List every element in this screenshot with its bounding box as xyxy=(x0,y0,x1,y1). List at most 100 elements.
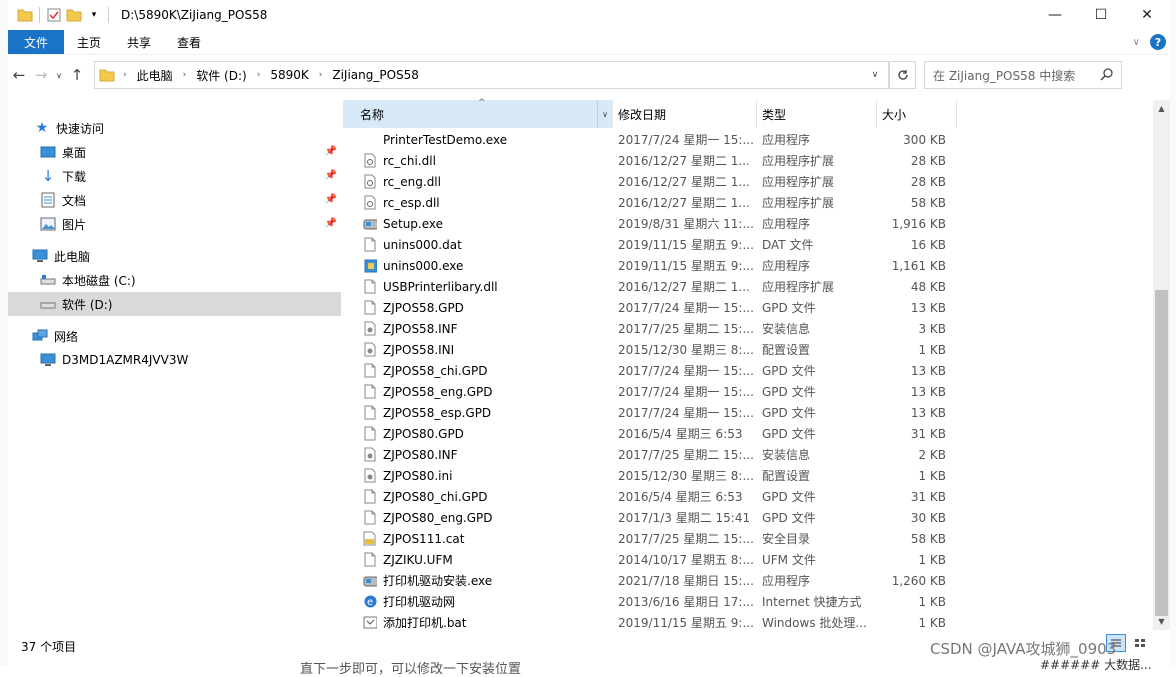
file-type: 配置设置 xyxy=(762,469,811,483)
file-type: 应用程序扩展 xyxy=(762,196,835,210)
nav-network-computer[interactable]: D3MD1AZMR4JVV3W xyxy=(8,348,341,372)
nav-drive-c[interactable]: 本地磁盘 (C:) xyxy=(8,268,341,292)
file-name-cell: unins000.dat xyxy=(343,237,613,253)
nav-network[interactable]: 网络 xyxy=(8,324,341,348)
file-date: 2016/12/27 星期二 1... xyxy=(618,196,750,210)
table-row[interactable]: ZJPOS58_eng.GPD 2017/7/24 星期一 15:... GPD 文… xyxy=(343,381,1153,402)
search-input[interactable]: 在 ZiJiang_POS58 中搜索 xyxy=(924,61,1122,89)
chevron-right-icon[interactable]: › xyxy=(319,70,323,80)
network-icon xyxy=(32,328,48,344)
file-icon xyxy=(363,552,377,568)
breadcrumb-drive-d[interactable]: 软件 (D:) xyxy=(196,67,246,84)
chevron-right-icon[interactable]: › xyxy=(257,70,261,80)
large-icons-view-icon[interactable] xyxy=(1130,634,1150,652)
table-row[interactable]: Setup.exe 2019/8/31 星期六 11:... 应用程序 1,916 K… xyxy=(343,213,1153,234)
expand-ribbon-icon[interactable]: ∨ xyxy=(1133,37,1140,48)
table-row[interactable]: rc_esp.dll 2016/12/27 星期二 1... 应用程序扩展 58 KB xyxy=(343,192,1153,213)
table-row[interactable]: unins000.dat 2019/11/15 星期五 9:... DAT 文件 16… xyxy=(343,234,1153,255)
table-row[interactable]: 添加打印机.bat 2019/11/15 星期五 9:... Windows 批处理… xyxy=(343,612,1153,633)
minimize-button[interactable]: — xyxy=(1032,0,1078,30)
table-row[interactable]: ZJPOS80_eng.GPD 2017/1/3 星期二 15:41 GPD 文件 3… xyxy=(343,507,1153,528)
file-size: 1 KB xyxy=(918,594,946,609)
vertical-scrollbar[interactable]: ▲ ▼ xyxy=(1153,100,1170,630)
column-header-size[interactable]: 大小 xyxy=(877,100,957,128)
table-row[interactable]: ZJPOS80_chi.GPD 2016/5/4 星期三 6:53 GPD 文件 31… xyxy=(343,486,1153,507)
nav-drive-d[interactable]: 软件 (D:) xyxy=(8,292,341,316)
table-row[interactable]: 打印机驱动安装.exe 2021/7/18 星期日 15:... 应用程序 1,260… xyxy=(343,570,1153,591)
table-row[interactable]: PrinterTestDemo.exe 2017/7/24 星期一 15:... 应… xyxy=(343,129,1153,150)
table-row[interactable]: ZJPOS58.INI 2015/12/30 星期三 8:... 配置设置 1 KB xyxy=(343,339,1153,360)
forward-arrow-icon[interactable]: → xyxy=(30,66,52,84)
nav-quick-access[interactable]: ★ 快速访问 xyxy=(8,116,341,140)
table-row[interactable]: ZJPOS80.ini 2015/12/30 星期三 8:... 配置设置 1 KB xyxy=(343,465,1153,486)
file-size: 1,916 KB xyxy=(891,216,946,231)
tab-home[interactable]: 主页 xyxy=(64,30,114,54)
table-row[interactable]: ZJPOS58.GPD 2017/7/24 星期一 15:... GPD 文件 13 … xyxy=(343,297,1153,318)
nav-desktop[interactable]: 桌面 📌 xyxy=(8,140,341,164)
nav-documents[interactable]: 文档 📌 xyxy=(8,188,341,212)
customize-dropdown-icon[interactable]: ▾ xyxy=(86,7,102,23)
scroll-thumb[interactable] xyxy=(1155,290,1168,616)
table-row[interactable]: ZJPOS58_chi.GPD 2017/7/24 星期一 15:... GPD 文… xyxy=(343,360,1153,381)
title-divider xyxy=(108,7,109,23)
file-name-cell: unins000.exe xyxy=(343,258,613,274)
table-row[interactable]: ZJPOS111.cat 2017/7/25 星期二 15:... 安全目录 58 K… xyxy=(343,528,1153,549)
chevron-right-icon[interactable]: › xyxy=(183,70,187,80)
address-dropdown-icon[interactable]: ∨ xyxy=(862,62,889,88)
file-name-cell: ZJPOS80.GPD xyxy=(343,426,613,442)
column-header-date[interactable]: 修改日期 xyxy=(613,100,757,128)
file-size: 3 KB xyxy=(918,321,946,336)
scroll-down-icon[interactable]: ▼ xyxy=(1153,613,1170,630)
nav-network-computer-label: D3MD1AZMR4JVV3W xyxy=(62,353,189,367)
nav-downloads[interactable]: ↓ 下载 📌 xyxy=(8,164,341,188)
refresh-button[interactable] xyxy=(890,61,916,89)
pin-icon[interactable]: 📌 xyxy=(325,218,337,229)
tab-view[interactable]: 查看 xyxy=(164,30,214,54)
maximize-button[interactable]: ☐ xyxy=(1078,0,1124,30)
recent-locations-icon[interactable]: ∨ xyxy=(52,71,66,80)
scroll-up-icon[interactable]: ▲ xyxy=(1153,100,1170,117)
file-icon xyxy=(363,510,377,526)
file-name-cell: rc_esp.dll xyxy=(343,195,613,211)
back-arrow-icon[interactable]: ← xyxy=(8,66,30,84)
table-row[interactable]: ZJPOS80.GPD 2016/5/4 星期三 6:53 GPD 文件 31 KB xyxy=(343,423,1153,444)
tab-file[interactable]: 文件 xyxy=(8,30,64,54)
pin-icon[interactable]: 📌 xyxy=(325,194,337,205)
properties-icon[interactable] xyxy=(46,7,62,23)
new-folder-icon[interactable] xyxy=(66,7,82,23)
nav-this-pc[interactable]: 此电脑 xyxy=(8,244,341,268)
table-row[interactable]: ZJPOS80.INF 2017/7/25 星期二 15:... 安装信息 2 KB xyxy=(343,444,1153,465)
address-bar[interactable]: › 此电脑 › 软件 (D:) › 5890K › ZiJiang_POS58 … xyxy=(94,61,890,89)
close-button[interactable]: ✕ xyxy=(1124,0,1170,30)
file-type: GPD 文件 xyxy=(762,301,816,315)
table-row[interactable]: ZJZIKU.UFM 2014/10/17 星期五 8:... UFM 文件 1 KB xyxy=(343,549,1153,570)
tab-share[interactable]: 共享 xyxy=(114,30,164,54)
file-date: 2019/11/15 星期五 9:... xyxy=(618,616,754,630)
file-size: 1 KB xyxy=(918,342,946,357)
column-header-name[interactable]: ^ 名称 ∨ xyxy=(343,98,613,128)
file-name: ZJZIKU.UFM xyxy=(383,552,453,567)
table-row[interactable]: unins000.exe 2019/11/15 星期五 9:... 应用程序 1,16… xyxy=(343,255,1153,276)
up-arrow-icon[interactable]: ↑ xyxy=(66,66,88,84)
pin-icon[interactable]: 📌 xyxy=(325,146,337,157)
file-icon xyxy=(363,174,377,190)
column-header-type[interactable]: 类型 xyxy=(757,100,877,128)
table-row[interactable]: ZJPOS58.INF 2017/7/25 星期二 15:... 安装信息 3 KB xyxy=(343,318,1153,339)
help-icon[interactable]: ? xyxy=(1150,34,1166,50)
file-name-cell: rc_chi.dll xyxy=(343,153,613,169)
pin-icon[interactable]: 📌 xyxy=(325,170,337,181)
nav-documents-label: 文档 xyxy=(62,193,87,208)
table-row[interactable]: ZJPOS58_esp.GPD 2017/7/24 星期一 15:... GPD 文… xyxy=(343,402,1153,423)
table-row[interactable]: e 打印机驱动网 2013/6/16 星期日 17:... Internet 快捷方式… xyxy=(343,591,1153,612)
breadcrumb-this-pc[interactable]: 此电脑 xyxy=(137,67,173,84)
file-type: Internet 快捷方式 xyxy=(762,595,862,609)
breadcrumb-zijiang-pos58[interactable]: ZiJiang_POS58 xyxy=(332,68,419,82)
column-filter-dropdown-icon[interactable]: ∨ xyxy=(597,100,612,128)
nav-pictures[interactable]: 图片 📌 xyxy=(8,212,341,236)
table-row[interactable]: rc_chi.dll 2016/12/27 星期二 1... 应用程序扩展 28 KB xyxy=(343,150,1153,171)
file-name-cell: 打印机驱动安装.exe xyxy=(343,572,613,589)
file-size: 13 KB xyxy=(910,363,946,378)
table-row[interactable]: rc_eng.dll 2016/12/27 星期二 1... 应用程序扩展 28 KB xyxy=(343,171,1153,192)
table-row[interactable]: USBPrinterlibary.dll 2016/12/27 星期二 1... 应… xyxy=(343,276,1153,297)
breadcrumb-5890k[interactable]: 5890K xyxy=(270,68,308,82)
